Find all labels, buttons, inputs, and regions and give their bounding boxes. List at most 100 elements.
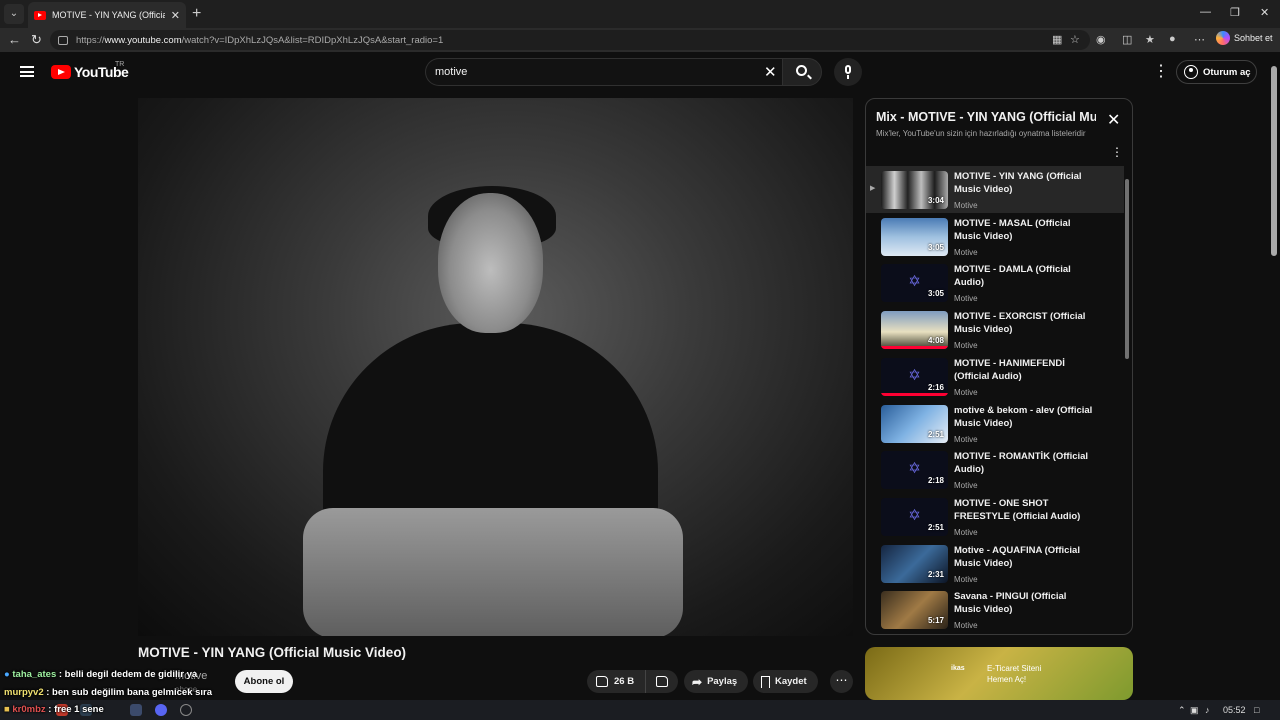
voice-search-button[interactable] xyxy=(834,58,862,86)
playlist-item-channel: Motive xyxy=(954,247,978,257)
playlist-item[interactable]: ✡ 2:16 MOTIVE - HANIMEFENDİ (Official Audi… xyxy=(866,353,1124,400)
playlist-scrollbar[interactable] xyxy=(1125,179,1129,359)
playlist-thumbnail[interactable]: 3:05 xyxy=(881,217,948,256)
playlist-item[interactable]: ✡ 3:05 MOTIVE - DAMLA (Official Audio) Moti… xyxy=(866,259,1124,306)
address-bar-row: ← ↻ https://www.youtube.com/watch?v=IDpX… xyxy=(0,28,1280,52)
new-tab-button[interactable]: + xyxy=(192,4,201,24)
search-button[interactable] xyxy=(782,58,822,86)
browser-tab-bar: ⌄ MOTIVE - YIN YANG (Official Music Vide… xyxy=(0,0,1280,28)
playlist-title[interactable]: Mix - MOTIVE - YIN YANG (Official Music … xyxy=(876,110,1096,124)
playlist-item[interactable]: ▶ 3:04 MOTIVE - YIN YANG (Official Music V… xyxy=(866,166,1124,213)
thumbs-up-icon xyxy=(596,676,608,687)
extensions-icon[interactable]: ◉ xyxy=(1096,33,1106,46)
playlist-item[interactable]: ✡ 2:18 MOTIVE - ROMANTİK (Official Audio) M… xyxy=(866,446,1124,493)
back-arrow-icon[interactable]: ← xyxy=(8,32,21,48)
tab-actions-button[interactable]: ⌄ xyxy=(4,4,24,24)
close-playlist-icon[interactable]: ✕ xyxy=(1107,113,1120,129)
network-icon[interactable]: ▣ xyxy=(1190,705,1199,716)
search-input[interactable]: motive ✕ xyxy=(425,58,782,86)
chat-text: : belli degil dedem de gidilir ya xyxy=(58,669,198,680)
bookmark-icon xyxy=(761,675,770,688)
reload-icon[interactable]: ↻ xyxy=(31,32,42,48)
site-info-icon[interactable] xyxy=(58,35,68,45)
favorite-star-icon[interactable]: ☆ xyxy=(1070,33,1080,46)
playlist-thumbnail[interactable]: ✡ 2:18 xyxy=(881,451,948,490)
split-screen-icon[interactable]: ◫ xyxy=(1122,33,1132,46)
volume-icon[interactable]: ♪ xyxy=(1205,705,1210,715)
close-window-button[interactable]: ✕ xyxy=(1260,6,1269,19)
clock[interactable]: 05:52 xyxy=(1223,705,1246,715)
mix-playlist-panel: Mix - MOTIVE - YIN YANG (Official Music … xyxy=(865,98,1133,635)
playlist-thumbnail[interactable]: ✡ 3:05 xyxy=(881,264,948,303)
playlist-item[interactable]: 2:51 motive & bekom - alev (Official Musi… xyxy=(866,400,1124,447)
tab-title: MOTIVE - YIN YANG (Official Music Video) xyxy=(52,10,165,20)
playlist-item[interactable]: 2:31 Motive - AQUAFINA (Official Music Vi… xyxy=(866,540,1124,587)
playlist-thumbnail[interactable]: 4:08 xyxy=(881,311,948,350)
taskbar-app-icon[interactable] xyxy=(180,704,192,716)
video-title: MOTIVE - YIN YANG (Official Music Video) xyxy=(138,645,407,660)
save-button[interactable]: Kaydet xyxy=(753,670,818,693)
thumbs-down-icon xyxy=(656,676,669,687)
video-duration: 2:16 xyxy=(927,382,944,392)
copilot-chat-button[interactable]: Sohbet et xyxy=(1216,31,1273,45)
playlist-item-title: MOTIVE - YIN YANG (Official Music Video) xyxy=(954,171,1082,195)
star-logo-icon: ✡ xyxy=(908,460,921,478)
notifications-icon[interactable]: □ xyxy=(1254,705,1259,715)
video-duration: 2:51 xyxy=(927,522,944,532)
like-button[interactable]: 26 B xyxy=(587,670,647,693)
subscribe-button[interactable]: Abone ol xyxy=(235,670,293,693)
minimize-button[interactable]: — xyxy=(1200,6,1211,18)
save-label: Kaydet xyxy=(775,676,807,687)
chat-message: murpyv2 : ben sub değilim bana gelmicek … xyxy=(4,687,212,698)
clear-search-icon[interactable]: ✕ xyxy=(764,63,777,81)
share-label: Paylaş xyxy=(707,676,738,687)
sign-in-button[interactable]: Oturum aç xyxy=(1176,60,1257,84)
page-scrollbar[interactable] xyxy=(1269,52,1280,700)
settings-kebab-icon[interactable]: ⋮ xyxy=(1153,62,1169,82)
playlist-thumbnail[interactable]: 3:04 xyxy=(881,171,948,209)
url-field[interactable]: https://www.youtube.com/watch?v=IDpXhLzJ… xyxy=(50,30,1090,50)
browser-tab[interactable]: MOTIVE - YIN YANG (Official Music Video)… xyxy=(28,2,186,28)
playlist-thumbnail[interactable]: 2:31 xyxy=(881,544,948,583)
share-button[interactable]: ➦ Paylaş xyxy=(684,670,749,693)
youtube-header: YouTube TR motive ✕ ⋮ Oturum aç xyxy=(0,52,1268,92)
app-available-icon[interactable]: ▦ xyxy=(1052,33,1062,46)
restore-button[interactable]: ❐ xyxy=(1230,6,1240,19)
video-duration: 5:17 xyxy=(927,616,944,626)
ad-text: E-Ticaret Siteni Hemen Aç! xyxy=(987,663,1041,685)
more-actions-button[interactable]: ⋯ xyxy=(830,670,853,693)
copilot-chat-label: Sohbet et xyxy=(1234,33,1273,43)
favorites-icon[interactable]: ★ xyxy=(1145,33,1155,46)
taskbar: ⌃ ▣ ♪ 05:52 □ xyxy=(0,700,1280,720)
steam-icon[interactable] xyxy=(130,704,142,716)
playlist-item[interactable]: 4:08 MOTIVE - EXORCIST (Official Music Vi… xyxy=(866,306,1124,353)
chat-badge-icon: ● xyxy=(4,669,10,680)
tray-up-icon[interactable]: ⌃ xyxy=(1178,705,1186,716)
tab-close-icon[interactable]: ✕ xyxy=(171,9,180,22)
playlist-thumbnail[interactable]: 2:51 xyxy=(881,404,948,443)
profile-icon[interactable]: ● xyxy=(1169,33,1176,45)
playlist-menu-icon[interactable]: ⋮ xyxy=(1111,145,1123,159)
youtube-favicon-icon xyxy=(34,10,46,20)
settings-more-icon[interactable]: ⋯ xyxy=(1194,33,1205,46)
youtube-logo-icon xyxy=(51,65,71,79)
playlist-thumbnail[interactable]: ✡ 2:51 xyxy=(881,497,948,536)
playlist-item[interactable]: 5:17 Savana - PINGUI (Official Music Vide… xyxy=(866,586,1124,633)
playlist-item[interactable]: 3:05 MOTIVE - MASAL (Official Music Video… xyxy=(866,213,1124,260)
menu-icon[interactable] xyxy=(20,66,34,77)
playlist-thumbnail[interactable]: 5:17 xyxy=(881,591,948,630)
playlist-thumbnail[interactable]: ✡ 2:16 xyxy=(881,357,948,396)
dislike-button[interactable] xyxy=(646,670,678,693)
video-player[interactable] xyxy=(138,98,853,636)
account-icon xyxy=(1184,65,1198,79)
page-scroll-thumb[interactable] xyxy=(1271,66,1277,256)
playlist-item-title: MOTIVE - ONE SHOT FREESTYLE (Official Au… xyxy=(954,497,1081,522)
video-duration: 4:08 xyxy=(927,336,944,346)
search-icon xyxy=(796,65,807,76)
playlist-item-channel: Motive xyxy=(954,387,978,397)
chat-username: murpyv2 xyxy=(4,687,44,698)
playlist-item[interactable]: ✡ 2:51 MOTIVE - ONE SHOT FREESTYLE (Offici… xyxy=(866,493,1124,540)
ad-banner[interactable]: ikas E-Ticaret Siteni Hemen Aç! xyxy=(865,647,1133,700)
playlist-item-channel: Motive xyxy=(954,574,978,584)
discord-icon[interactable] xyxy=(155,704,167,716)
